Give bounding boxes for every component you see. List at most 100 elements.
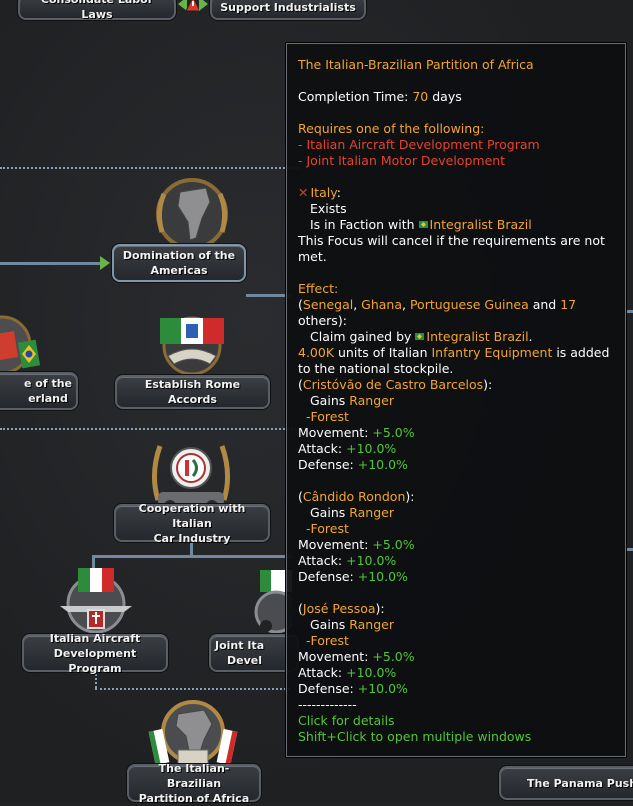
stat-label: Attack: [298, 665, 347, 680]
gains-line: Gains Ranger [298, 617, 614, 633]
focus-cooperation-with-italian-car-industry[interactable]: Cooperation with Italian Car Industry [114, 501, 270, 545]
cancel-note: This Focus will cancel if the requiremen… [298, 233, 605, 264]
failed-x-icon: ✕ [298, 185, 309, 200]
general-block: (Cristóvão de Castro Barcelos): Gains Ran… [298, 377, 614, 473]
stat-label: Defense: [298, 569, 358, 584]
brazil-flag-icon [418, 221, 428, 228]
focus-tooltip: The Italian-Brazilian Partition of Afric… [286, 43, 626, 757]
focus-italian-brazilian-partition-of-africa[interactable]: The Italian-Brazilian Partition of Afric… [127, 761, 261, 805]
state-name: Senegal [302, 297, 354, 312]
completion-time: Completion Time: 70 days [298, 89, 614, 105]
focus-label: e of the [23, 377, 72, 390]
consolidate-labor-laws-label: Consolidate Labor Laws [41, 0, 153, 21]
stat-value: +10.0% [357, 681, 408, 696]
general-name-line: (Cristóvão de Castro Barcelos): [298, 377, 493, 392]
general-block: (Cândido Rondon): Gains Ranger -Forest Move… [298, 473, 614, 585]
focus-label: Car Industry [153, 531, 231, 545]
support-industrialists-button[interactable]: Support Industrialists [210, 0, 366, 20]
connector-line [626, 310, 633, 313]
arrow-right-icon [100, 256, 110, 270]
focus-label: The Italian-Brazilian [158, 761, 230, 790]
focus-label: Establish Rome Accords [144, 378, 241, 406]
equipment-mid: units of Italian [334, 345, 432, 360]
aircraft-flag-icon[interactable] [54, 564, 138, 638]
focus-label: Partition of Africa [138, 791, 250, 805]
stat-line: Defense: +10.0% [298, 457, 614, 473]
state-name: Ghana [361, 297, 403, 312]
exclusive-warning-icon [176, 0, 210, 14]
general-name: José Pessoa [302, 601, 376, 616]
general-name-line: (Cândido Rondon): [298, 489, 415, 504]
requires-header: Requires one of the following: [298, 121, 485, 136]
and-text: and [528, 297, 561, 312]
trait-name: Ranger [349, 505, 394, 520]
focus-label: Devel [227, 654, 262, 667]
hint-shift-click: Shift+Click to open multiple windows [298, 729, 532, 744]
separator: , [353, 297, 362, 312]
others-suffix: others): [298, 313, 347, 328]
focus-italian-aircraft-development-program[interactable]: Italian Aircraft Development Program [22, 632, 168, 675]
effect-header: Effect: [298, 281, 339, 296]
requirement-item: - Joint Italian Motor Development [298, 153, 506, 168]
terrain-line: -Forest [306, 409, 349, 424]
stat-value: +10.0% [346, 441, 397, 456]
faction-condition: Is in Faction with Integralist Brazil [298, 217, 614, 233]
focus-establish-rome-accords[interactable]: Establish Rome Accords [115, 375, 270, 409]
terrain-line: -Forest [306, 633, 349, 648]
general-block: (José Pessoa): Gains Ranger -Forest Movemen… [298, 585, 614, 697]
stat-label: Defense: [298, 681, 358, 696]
states-list: (Senegal, Ghana, Portuguese Guinea and 1… [298, 297, 614, 313]
terrain-line: -Forest [306, 521, 349, 536]
stat-line: Attack: +10.0% [298, 665, 614, 681]
focus-label: Development Program [53, 646, 137, 675]
stat-label: Attack: [298, 441, 347, 456]
general-name: Cristóvão de Castro Barcelos [302, 377, 484, 392]
country-suffix: : [336, 185, 341, 200]
stat-label: Movement: [298, 425, 373, 440]
stat-line: Movement: +5.0% [298, 649, 614, 665]
stat-line: Movement: +5.0% [298, 425, 614, 441]
stat-label: Defense: [298, 457, 358, 472]
stat-value: +5.0% [372, 649, 415, 664]
connector-line [626, 548, 633, 551]
brazil-flag-icon [415, 333, 425, 340]
gains-line: Gains Ranger [298, 505, 614, 521]
stat-line: Movement: +5.0% [298, 537, 614, 553]
focus-the-panama-push[interactable]: The Panama Push [499, 766, 633, 800]
focus-label: Americas [150, 264, 208, 277]
separator-line: ------------- [298, 697, 357, 712]
focus-label: The Panama Push [527, 776, 633, 790]
exists-condition: Exists [310, 201, 347, 216]
consolidate-labor-laws-button[interactable]: Consolidate Labor Laws [18, 0, 176, 21]
stat-value: +10.0% [357, 569, 408, 584]
claim-line: Claim gained by Integralist Brazil. [298, 329, 614, 345]
tooltip-title: The Italian-Brazilian Partition of Afric… [298, 57, 534, 72]
focus-label: Joint Ita [215, 639, 265, 652]
support-industrialists-label: Support Industrialists [220, 0, 356, 14]
stat-line: Attack: +10.0% [298, 441, 614, 457]
stat-label: Attack: [298, 553, 347, 568]
focus-label: Cooperation with Italian [138, 501, 246, 530]
gains-label: Gains [310, 393, 350, 408]
stat-line: Attack: +10.0% [298, 553, 614, 569]
connector-line [0, 262, 104, 265]
dotted-connector [95, 688, 290, 690]
handshake-flags-icon[interactable] [152, 312, 232, 376]
gains-line: Gains Ranger [298, 393, 614, 409]
state-name: Portuguese Guinea [409, 297, 529, 312]
claim-prefix: Claim gained by [310, 329, 416, 344]
focus-label: erland [28, 392, 68, 405]
focus-domination-of-the-americas[interactable]: Domination of the Americas [112, 244, 246, 282]
dotted-connector [0, 167, 300, 169]
country-condition: ✕ Italy: [298, 185, 614, 201]
country-name: Italy [310, 185, 337, 200]
connector-line [246, 294, 291, 297]
claim-end: . [528, 329, 533, 344]
stat-value: +5.0% [372, 537, 415, 552]
equipment-name: Infantry Equipment [431, 345, 553, 360]
general-name-line: (José Pessoa): [298, 601, 385, 616]
dotted-connector [0, 428, 300, 430]
stat-value: +10.0% [346, 553, 397, 568]
focus-partial-left[interactable]: e of the erland [0, 372, 78, 410]
generals-list: (Cristóvão de Castro Barcelos): Gains Ran… [298, 377, 614, 697]
